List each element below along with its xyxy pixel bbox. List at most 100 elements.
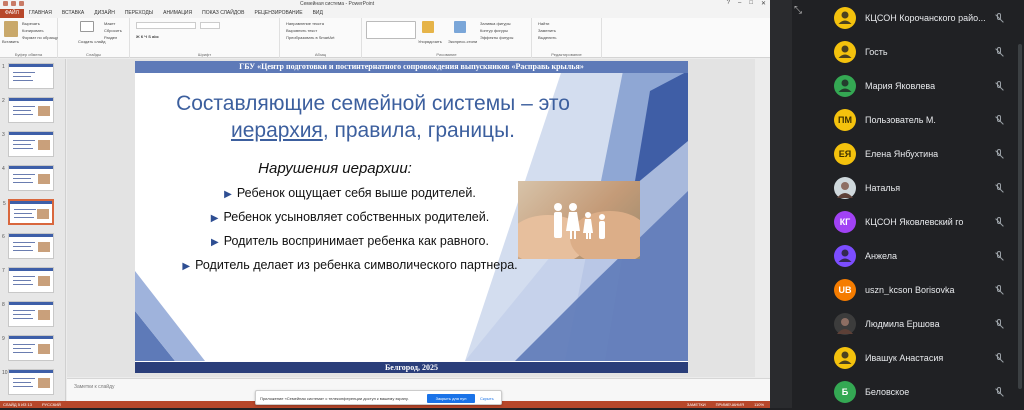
slide-number: 7 <box>2 268 5 274</box>
mic-off-icon[interactable] <box>994 47 1004 59</box>
ribbon-tab[interactable]: ПЕРЕХОДЫ <box>120 9 158 18</box>
bold-icon[interactable]: Ж К Ч S abc <box>136 34 159 39</box>
participant-row[interactable]: Гость <box>834 36 1020 70</box>
participants-scrollbar[interactable] <box>1018 44 1022 389</box>
format-painter-button[interactable]: Формат по образцу <box>22 35 58 40</box>
person-icon <box>838 351 852 364</box>
participant-name: Наталья <box>865 183 901 193</box>
bullet-arrow-icon: ▶ <box>210 213 219 224</box>
participant-row[interactable]: Мария Яковлева <box>834 70 1020 104</box>
layout-button[interactable]: Макет <box>104 21 115 26</box>
mic-off-icon[interactable] <box>994 251 1004 263</box>
arrange-button[interactable]: Упорядочить <box>418 39 442 44</box>
zoom-level[interactable]: 110% <box>754 401 764 408</box>
align-text-button[interactable]: Выровнять текст <box>286 28 317 33</box>
participant-row[interactable]: ЕЯ Елена Янбухтина <box>834 138 1020 172</box>
participant-row[interactable]: UB uszn_kcson Borisovka <box>834 274 1020 308</box>
avatar <box>834 75 856 97</box>
slide[interactable]: ГБУ «Центр подготовки и постинтернатного… <box>135 61 688 373</box>
arrange-icon[interactable] <box>422 21 434 33</box>
shape-outline-button[interactable]: Контур фигуры <box>480 28 508 33</box>
participant-name: Ивашук Анастасия <box>865 353 944 363</box>
mic-off-icon[interactable] <box>994 183 1004 195</box>
slide-banner: ГБУ «Центр подготовки и постинтернатного… <box>135 61 688 73</box>
font-name-box[interactable] <box>136 22 196 29</box>
mic-off-icon[interactable] <box>994 115 1004 127</box>
ribbon-tab[interactable]: ГЛАВНАЯ <box>24 9 57 18</box>
save-icon[interactable] <box>3 1 8 6</box>
find-button[interactable]: Найти <box>538 21 549 26</box>
slide-number: 9 <box>2 336 5 342</box>
slide-thumbnail[interactable]: 2 <box>2 97 54 123</box>
participant-row[interactable]: КЦСОН Корочанского райо... <box>834 2 1020 36</box>
mic-off-icon[interactable] <box>994 319 1004 331</box>
comments-toggle[interactable]: ПРИМЕЧАНИЯ <box>716 401 744 408</box>
mic-off-icon[interactable] <box>994 387 1004 399</box>
slide-thumbnail[interactable]: 3 <box>2 131 54 157</box>
ribbon-tab[interactable]: АНИМАЦИЯ <box>158 9 197 18</box>
maximize-icon[interactable]: □ <box>749 0 753 7</box>
mic-off-icon[interactable] <box>994 285 1004 297</box>
slide-number: 10 <box>2 370 8 376</box>
slide-thumbnail[interactable]: 7 <box>2 267 54 293</box>
new-slide-button[interactable]: Создать слайд <box>78 39 105 44</box>
quick-styles-button[interactable]: Экспресс-стили <box>448 39 477 44</box>
mic-off-icon[interactable] <box>994 81 1004 93</box>
hide-button[interactable]: Скрыть <box>480 396 494 401</box>
participant-row[interactable]: ПМ Пользователь М. <box>834 104 1020 138</box>
slide-thumbnail[interactable]: 1 <box>2 63 54 89</box>
reset-button[interactable]: Сбросить <box>104 28 122 33</box>
ribbon-tab[interactable]: ДИЗАЙН <box>89 9 120 18</box>
mic-off-icon[interactable] <box>994 149 1004 161</box>
ribbon-tab[interactable]: ПОКАЗ СЛАЙДОВ <box>197 9 249 18</box>
smartart-button[interactable]: Преобразовать в SmartArt <box>286 35 335 40</box>
collapse-panel-icon[interactable]: ⤡ <box>794 5 802 17</box>
cut-button[interactable]: Вырезать <box>22 21 40 26</box>
section-button[interactable]: Раздел <box>104 35 117 40</box>
replace-button[interactable]: Заменить <box>538 28 556 33</box>
notes-toggle[interactable]: ЗАМЕТКИ <box>687 401 706 408</box>
font-size-box[interactable] <box>200 22 220 29</box>
avatar <box>834 347 856 369</box>
ribbon-tab[interactable]: ВСТАВКА <box>57 9 89 18</box>
new-slide-icon[interactable] <box>80 21 94 32</box>
participant-row[interactable]: КГ КЦСОН Яковлевский го <box>834 206 1020 240</box>
language-indicator[interactable]: РУССКИЙ <box>42 401 61 408</box>
help-icon[interactable]: ? <box>727 0 730 7</box>
slide-thumbnail[interactable]: 9 <box>2 335 54 361</box>
select-button[interactable]: Выделить <box>538 35 556 40</box>
mic-off-icon[interactable] <box>994 13 1004 25</box>
ribbon-tab[interactable]: РЕЦЕНЗИРОВАНИЕ <box>249 9 307 18</box>
undo-icon[interactable] <box>11 1 16 6</box>
participant-row[interactable]: Ивашук Анастасия <box>834 342 1020 376</box>
slide-thumbnail[interactable]: 8 <box>2 301 54 327</box>
participant-row[interactable]: Анжела <box>834 240 1020 274</box>
quick-styles-icon[interactable] <box>454 21 466 33</box>
slide-thumbnail[interactable]: 4 <box>2 165 54 191</box>
shapes-gallery[interactable] <box>366 21 416 39</box>
bullet-item: ▶ Родитель воспринимает ребенка как равно… <box>175 230 525 254</box>
slide-thumbnail[interactable]: 10 <box>2 369 54 395</box>
participant-row[interactable]: Б Беловское <box>834 376 1020 410</box>
redo-icon[interactable] <box>19 1 24 6</box>
copy-button[interactable]: Копировать <box>22 28 44 33</box>
text-direction-button[interactable]: Направление текста <box>286 21 324 26</box>
stop-sharing-button[interactable]: Закрыть для пул <box>427 394 475 403</box>
paste-button[interactable]: Вставить <box>2 39 19 44</box>
ribbon-tab[interactable]: ВИД <box>308 9 328 18</box>
paste-icon[interactable] <box>4 21 18 37</box>
ribbon-tab[interactable]: ФАЙЛ <box>0 9 24 18</box>
mic-off-icon[interactable] <box>994 217 1004 229</box>
mic-off-icon[interactable] <box>994 353 1004 365</box>
participant-row[interactable]: Людмила Ершова <box>834 308 1020 342</box>
slide-thumbnail[interactable]: 5 <box>3 199 54 225</box>
slide-thumbnail[interactable]: 6 <box>2 233 54 259</box>
shape-fill-button[interactable]: Заливка фигуры <box>480 21 511 26</box>
minimize-icon[interactable]: – <box>738 0 741 7</box>
shape-effects-button[interactable]: Эффекты фигуры <box>480 35 513 40</box>
slide-title-underlined: иерархия <box>230 119 323 142</box>
participant-row[interactable]: Наталья <box>834 172 1020 206</box>
bullet-arrow-icon: ▶ <box>211 237 219 248</box>
close-icon[interactable]: ✕ <box>761 0 766 7</box>
ribbon-tabs: ФАЙЛ ГЛАВНАЯ ВСТАВКА ДИЗАЙН ПЕРЕХОДЫ АНИМАЦИЯ… <box>0 9 770 18</box>
